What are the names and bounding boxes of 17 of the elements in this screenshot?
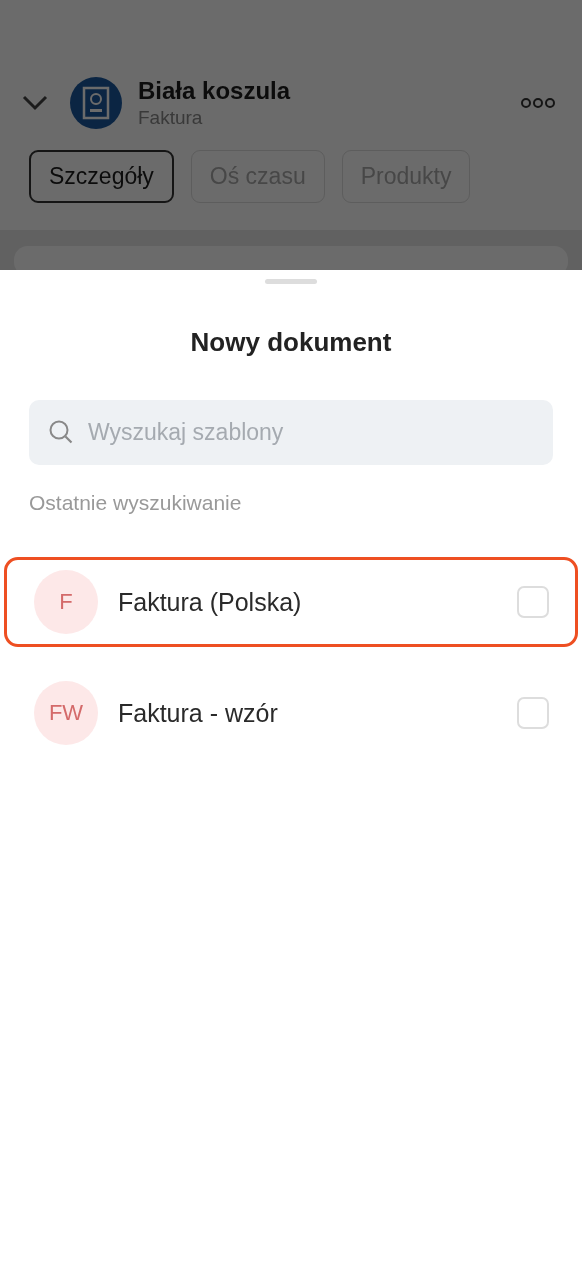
sheet-title: Nowy dokument	[189, 326, 393, 358]
template-row[interactable]: FW Faktura - wzór	[4, 668, 578, 758]
search-icon	[48, 419, 74, 445]
drag-handle[interactable]	[265, 279, 317, 284]
checkbox[interactable]	[517, 697, 549, 729]
chevron-down-icon[interactable]	[22, 95, 48, 111]
tab[interactable]: Szczegóły	[29, 150, 174, 203]
record-title: Biała koszula	[138, 76, 292, 106]
initials-avatar: FW	[34, 681, 98, 745]
search-field[interactable]: Wyszukaj szablony	[29, 400, 553, 465]
template-name: Faktura (Polska)	[118, 587, 303, 617]
more-options-icon[interactable]	[520, 97, 556, 109]
checkbox[interactable]	[517, 586, 549, 618]
template-name: Faktura - wzór	[118, 698, 279, 728]
initials-avatar: F	[34, 570, 98, 634]
section-label: Ostatnie wyszukiwanie	[29, 491, 243, 515]
template-row[interactable]: F Faktura (Polska)	[4, 557, 578, 647]
